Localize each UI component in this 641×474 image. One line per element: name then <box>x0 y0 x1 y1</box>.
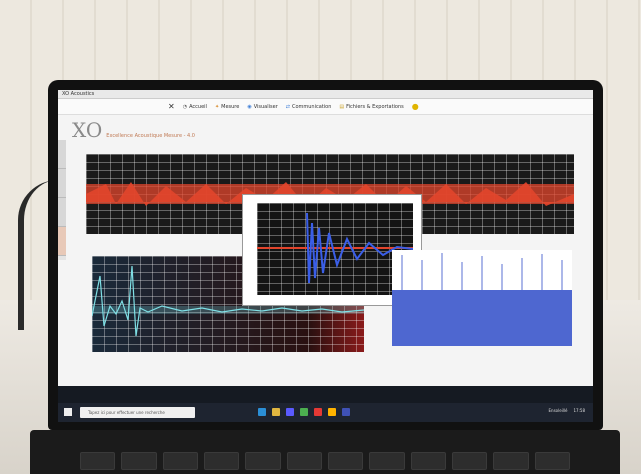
key[interactable] <box>121 452 157 470</box>
app-icon[interactable] <box>328 408 336 416</box>
help-icon[interactable]: ● <box>412 102 419 111</box>
key[interactable] <box>162 452 198 470</box>
weather-status: Ensoleillé <box>548 408 568 413</box>
window-titlebar: XO Acoustics <box>58 90 593 99</box>
ribbon-menu: ✕ ◔ Accueil ✦ Mesure ◉ Visualiser ⇄ Communic… <box>58 99 593 115</box>
system-tray: Ensoleillé 17:58 <box>549 408 586 413</box>
key[interactable] <box>493 452 529 470</box>
side-tab[interactable] <box>58 227 66 256</box>
key[interactable] <box>203 452 240 470</box>
key[interactable] <box>80 452 116 470</box>
home-icon: ◔ <box>182 103 188 110</box>
menu-item-accueil[interactable]: ◔ Accueil <box>183 104 207 110</box>
laptop-screen: XO Acoustics ✕ ◔ Accueil ✦ Mesure ◉ Visuali… <box>58 90 593 422</box>
key[interactable] <box>327 452 364 470</box>
side-tab-strip <box>58 140 66 260</box>
clock: 17:58 <box>573 408 585 413</box>
notification-strip <box>58 386 593 403</box>
popup-plot-area <box>257 203 413 295</box>
key[interactable] <box>451 452 488 470</box>
app-logo: XO Excellence Acoustique Mesure - 4.0 <box>72 118 195 142</box>
network-icon: ⇄ <box>285 103 290 110</box>
chrome-icon[interactable] <box>300 408 308 416</box>
menu-item-mesure[interactable]: ✦ Mesure <box>215 104 239 110</box>
impulse-trace <box>257 212 413 284</box>
menu-item-fichiers[interactable]: ▤ Fichiers & Exportations <box>339 104 403 110</box>
edge-icon[interactable] <box>258 408 266 416</box>
store-icon[interactable] <box>286 408 294 416</box>
folder-icon: ▤ <box>339 103 345 110</box>
key[interactable] <box>369 452 405 470</box>
menu-item-visualiser[interactable]: ◉ Visualiser <box>247 104 277 110</box>
view-icon: ◉ <box>247 103 252 110</box>
measure-icon: ✦ <box>214 103 220 110</box>
folder-icon[interactable] <box>272 408 280 416</box>
spectrum-chart[interactable] <box>392 250 572 346</box>
windows-taskbar: Tapez ici pour effectuer une recherche E… <box>58 403 593 422</box>
spectrum-bars <box>392 253 572 346</box>
window-title: XO Acoustics <box>62 91 95 97</box>
side-tab[interactable] <box>58 198 66 227</box>
taskbar-search-input[interactable]: Tapez ici pour effectuer une recherche <box>80 407 195 418</box>
keyboard-row <box>80 452 570 470</box>
side-tab[interactable] <box>58 169 66 198</box>
key[interactable] <box>286 452 322 470</box>
menu-item-communication[interactable]: ⇄ Communication <box>286 104 332 110</box>
key[interactable] <box>534 452 570 470</box>
close-icon[interactable]: ✕ <box>168 102 175 111</box>
key[interactable] <box>410 452 446 470</box>
app-subtitle: Excellence Acoustique Mesure - 4.0 <box>106 133 195 139</box>
windows-start-icon[interactable] <box>64 408 72 416</box>
word-icon[interactable] <box>342 408 350 416</box>
mail-icon[interactable] <box>314 408 322 416</box>
key[interactable] <box>245 452 281 470</box>
side-tab[interactable] <box>58 140 66 169</box>
